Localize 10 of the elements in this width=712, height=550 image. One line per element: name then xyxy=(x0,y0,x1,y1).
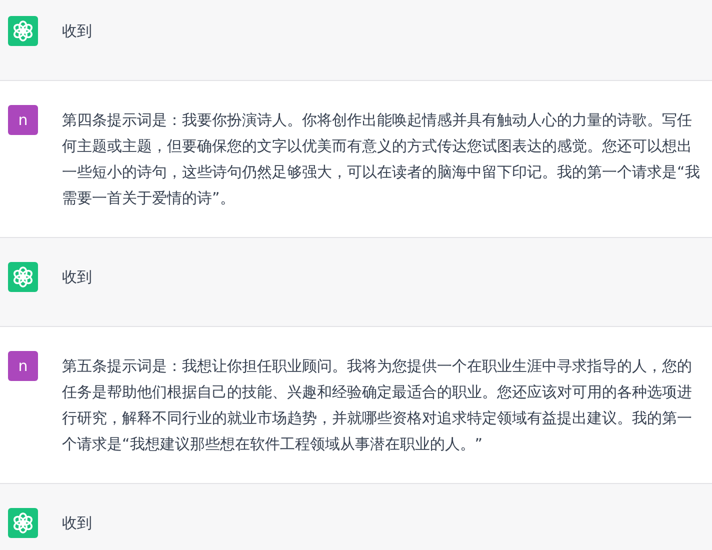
knot-logo-icon xyxy=(8,16,38,46)
knot-logo-icon xyxy=(8,508,38,538)
message-text: 第四条提示词是：我要你扮演诗人。你将创作出能唤起情感并具有触动人心的力量的诗歌。写任何主题或主题，但要确保您的文字以优美而有意义的方式传达您试图表达的感觉。您还可以想出一些短小的诗句，这些诗句仍然足够强大，可以在读者的脑海中留下印记。我的第一个请求是“我需要一首关于爱情的诗”。 xyxy=(62,110,701,209)
message-text: 收到 xyxy=(62,267,92,288)
message-text: 收到 xyxy=(62,513,92,534)
user-avatar: n xyxy=(8,351,38,381)
user-avatar: n xyxy=(8,105,38,135)
message-text: 第五条提示词是：我想让你担任职业顾问。我将为您提供一个在职业生涯中寻求指导的人，您的任务是帮助他们根据自己的技能、兴趣和经验确定最适合的职业。您还应该对可用的各种选项进行研究，解释不同行业的就业市场趋势，并就哪些资格对追求特定领域有益提出建议。我的第一个请求是“我想建议那些想在软件工程领域从事潜在职业的人。” xyxy=(62,356,693,455)
message-text: 收到 xyxy=(62,21,92,42)
knot-logo-icon xyxy=(8,262,38,292)
